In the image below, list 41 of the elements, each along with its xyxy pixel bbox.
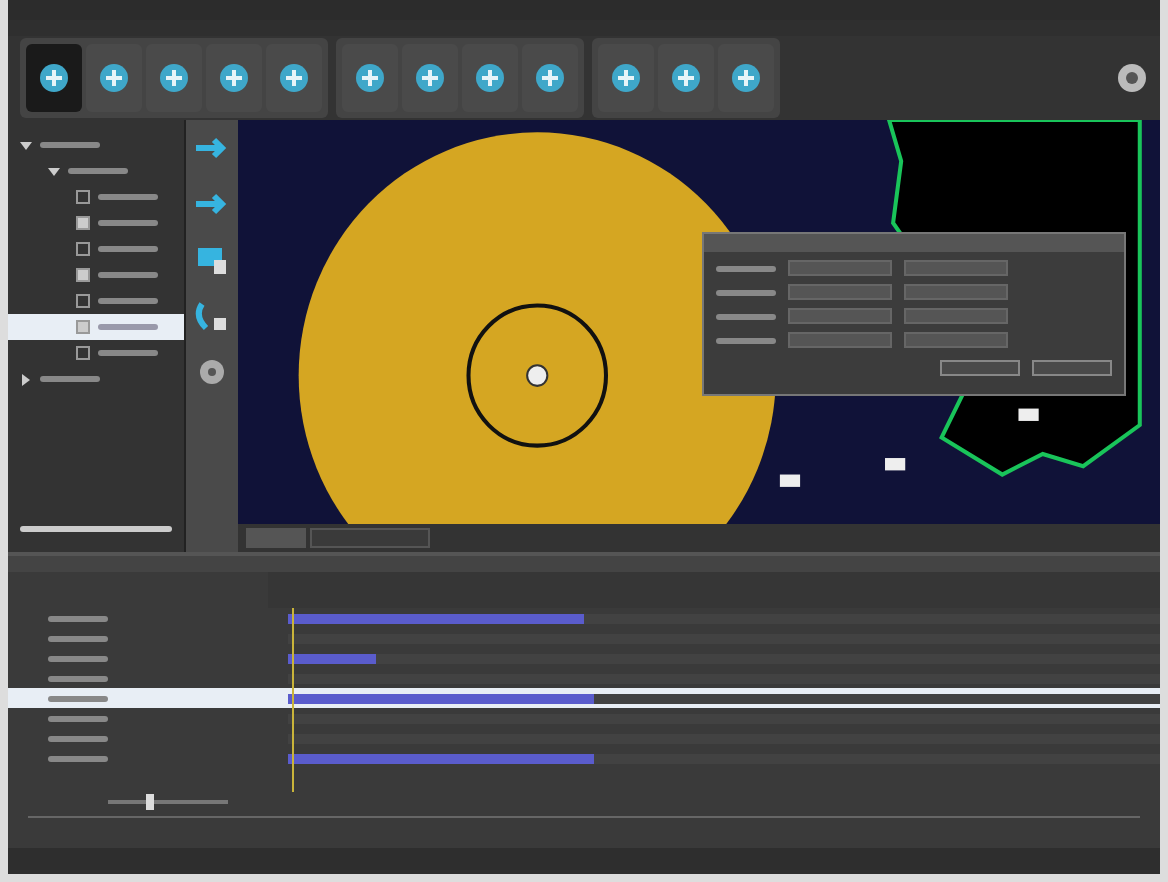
toolbar-button[interactable] [598, 44, 654, 112]
toolbar-button[interactable] [26, 44, 82, 112]
toolbar-button[interactable] [402, 44, 458, 112]
toolbar-button[interactable] [658, 44, 714, 112]
checkbox[interactable] [76, 268, 90, 282]
checkbox[interactable] [76, 320, 90, 334]
input-field[interactable] [904, 332, 1008, 348]
checkbox[interactable] [76, 190, 90, 204]
expand-arrow-icon[interactable] [20, 139, 32, 151]
toolbar-button[interactable] [522, 44, 578, 112]
vehicle-marker-icon [779, 474, 801, 487]
dialog-button[interactable] [1032, 360, 1112, 376]
logo-icon [1116, 62, 1148, 94]
expand-arrow-icon[interactable] [20, 373, 32, 385]
input-field[interactable] [788, 260, 892, 276]
toolbar-button[interactable] [266, 44, 322, 112]
input-field[interactable] [788, 284, 892, 300]
input-field[interactable] [788, 332, 892, 348]
toolbar-button[interactable] [86, 44, 142, 112]
toolbar-button[interactable] [718, 44, 774, 112]
arrow-icon[interactable] [194, 132, 230, 164]
expand-arrow-icon[interactable] [48, 165, 60, 177]
arrow-icon[interactable] [194, 188, 230, 220]
station-marker-icon [526, 364, 549, 387]
toolbar-button[interactable] [206, 44, 262, 112]
checkbox[interactable] [76, 242, 90, 256]
slider-thumb[interactable] [146, 794, 154, 810]
toolbar-button[interactable] [342, 44, 398, 112]
dialog-button[interactable] [940, 360, 1020, 376]
checkbox[interactable] [76, 216, 90, 230]
vehicle-marker-icon [885, 458, 906, 471]
input-field[interactable] [904, 308, 1008, 324]
timeline-row[interactable] [8, 688, 1160, 708]
input-field[interactable] [788, 308, 892, 324]
input-field[interactable] [904, 260, 1008, 276]
toolbar-button[interactable] [462, 44, 518, 112]
checkbox[interactable] [76, 294, 90, 308]
gear-icon[interactable] [194, 356, 230, 388]
checkbox[interactable] [76, 346, 90, 360]
toolbar-button[interactable] [146, 44, 202, 112]
input-field[interactable] [904, 284, 1008, 300]
